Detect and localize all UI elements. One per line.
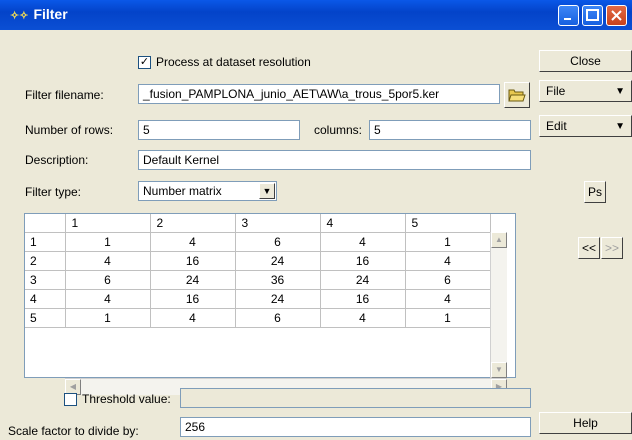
- browse-button[interactable]: [504, 82, 530, 108]
- rows-label: Number of rows:: [25, 123, 114, 137]
- close-icon: [611, 10, 622, 21]
- threshold-checkbox[interactable]: [64, 393, 77, 406]
- matrix-cell[interactable]: 1: [405, 232, 491, 252]
- table-row: 4 4 16 24 16 4: [25, 289, 491, 309]
- matrix-cell[interactable]: 6: [405, 270, 491, 290]
- matrix-cell[interactable]: 36: [235, 270, 321, 290]
- matrix-cell[interactable]: 24: [320, 270, 406, 290]
- matrix-cell[interactable]: 4: [320, 308, 406, 328]
- row-header[interactable]: 3: [25, 270, 66, 290]
- rows-field[interactable]: 5: [138, 120, 300, 140]
- column-header[interactable]: 2: [150, 214, 236, 233]
- matrix-cell[interactable]: 4: [65, 289, 151, 309]
- matrix-cell[interactable]: 4: [320, 232, 406, 252]
- matrix-cell[interactable]: 1: [405, 308, 491, 328]
- file-menu-label: File: [546, 84, 566, 98]
- scroll-up-icon[interactable]: ▲: [491, 232, 507, 248]
- corner-cell: [25, 214, 66, 233]
- close-window-button[interactable]: [606, 5, 627, 26]
- columns-label: columns:: [314, 123, 363, 137]
- matrix-vertical-scrollbar[interactable]: ▲ ▼: [490, 232, 507, 378]
- chevron-down-icon: ▼: [615, 85, 625, 97]
- matrix-grid[interactable]: 1 2 3 4 5 1 1 4 6 4 1 2 4 16 24 16 4 3 6…: [24, 213, 516, 378]
- scale-factor-label: Scale factor to divide by:: [8, 424, 139, 438]
- scroll-down-icon[interactable]: ▼: [491, 362, 507, 378]
- maximize-icon: [586, 9, 599, 21]
- column-header[interactable]: 1: [65, 214, 151, 233]
- window-title: ✧✧ Filter: [10, 6, 68, 22]
- matrix-cell[interactable]: 4: [405, 289, 491, 309]
- matrix-cell[interactable]: 1: [65, 308, 151, 328]
- column-header[interactable]: 4: [320, 214, 406, 233]
- matrix-cell[interactable]: 24: [150, 270, 236, 290]
- title-bar: ✧✧ Filter: [0, 0, 632, 30]
- matrix-cell[interactable]: 4: [65, 251, 151, 271]
- column-header[interactable]: 3: [235, 214, 321, 233]
- table-row: 5 1 4 6 4 1: [25, 308, 491, 328]
- threshold-label: Threshold value:: [82, 392, 171, 406]
- matrix-cell[interactable]: 16: [150, 251, 236, 271]
- minimize-button[interactable]: [558, 5, 579, 26]
- table-row: 3 6 24 36 24 6: [25, 270, 491, 290]
- help-button[interactable]: Help: [539, 412, 632, 434]
- filter-type-select[interactable]: Number matrix ▼: [138, 181, 277, 201]
- columns-field[interactable]: 5: [369, 120, 531, 140]
- previous-button[interactable]: <<: [578, 237, 600, 259]
- matrix-cell[interactable]: 16: [320, 289, 406, 309]
- row-header[interactable]: 4: [25, 289, 66, 309]
- description-field[interactable]: Default Kernel: [138, 150, 531, 170]
- edit-menu-label: Edit: [546, 119, 567, 133]
- matrix-cell[interactable]: 6: [235, 232, 321, 252]
- matrix-cell[interactable]: 24: [235, 289, 321, 309]
- minimize-icon: [564, 18, 571, 20]
- row-header[interactable]: 5: [25, 308, 66, 328]
- folder-open-icon: [508, 89, 526, 102]
- matrix-cell[interactable]: 24: [235, 251, 321, 271]
- column-header-row: 1 2 3 4 5: [25, 214, 491, 233]
- filter-filename-label: Filter filename:: [25, 88, 104, 102]
- file-menu-button[interactable]: File ▼: [539, 80, 632, 102]
- matrix-cell[interactable]: 4: [405, 251, 491, 271]
- matrix-cell[interactable]: 4: [150, 308, 236, 328]
- filter-filename-field[interactable]: _fusion_PAMPLONA_junio_AET\AW\a_trous_5p…: [138, 84, 500, 104]
- threshold-field[interactable]: [180, 388, 531, 408]
- filter-app-icon: ✧✧: [10, 10, 29, 22]
- filter-type-value: Number matrix: [143, 184, 222, 198]
- window-title-text: Filter: [33, 6, 68, 22]
- matrix-cell[interactable]: 6: [235, 308, 321, 328]
- check-mark-icon: ✓: [139, 56, 150, 68]
- edit-menu-button[interactable]: Edit ▼: [539, 115, 632, 137]
- row-header[interactable]: 2: [25, 251, 66, 271]
- process-resolution-label: Process at dataset resolution: [156, 55, 311, 69]
- table-row: 1 1 4 6 4 1: [25, 232, 491, 252]
- filter-dialog: ✓ Process at dataset resolution Filter f…: [4, 30, 632, 440]
- table-row: 2 4 16 24 16 4: [25, 251, 491, 271]
- matrix-cell[interactable]: 16: [320, 251, 406, 271]
- ps-button[interactable]: Ps: [584, 181, 606, 203]
- filter-type-label: Filter type:: [25, 185, 82, 199]
- chevron-down-icon: ▼: [615, 120, 625, 132]
- matrix-cell[interactable]: 1: [65, 232, 151, 252]
- matrix-cell[interactable]: 4: [150, 232, 236, 252]
- next-button[interactable]: >>: [601, 237, 623, 259]
- close-button[interactable]: Close: [539, 50, 632, 72]
- matrix-cell[interactable]: 6: [65, 270, 151, 290]
- description-label: Description:: [25, 153, 89, 167]
- matrix-table: 1 2 3 4 5 1 1 4 6 4 1 2 4 16 24 16 4 3 6…: [25, 214, 491, 328]
- scale-factor-field[interactable]: 256: [180, 417, 531, 437]
- matrix-cell[interactable]: 16: [150, 289, 236, 309]
- process-resolution-checkbox[interactable]: ✓: [138, 56, 151, 69]
- chevron-down-icon[interactable]: ▼: [259, 183, 275, 199]
- maximize-button[interactable]: [582, 5, 603, 26]
- column-header[interactable]: 5: [405, 214, 491, 233]
- row-header[interactable]: 1: [25, 232, 66, 252]
